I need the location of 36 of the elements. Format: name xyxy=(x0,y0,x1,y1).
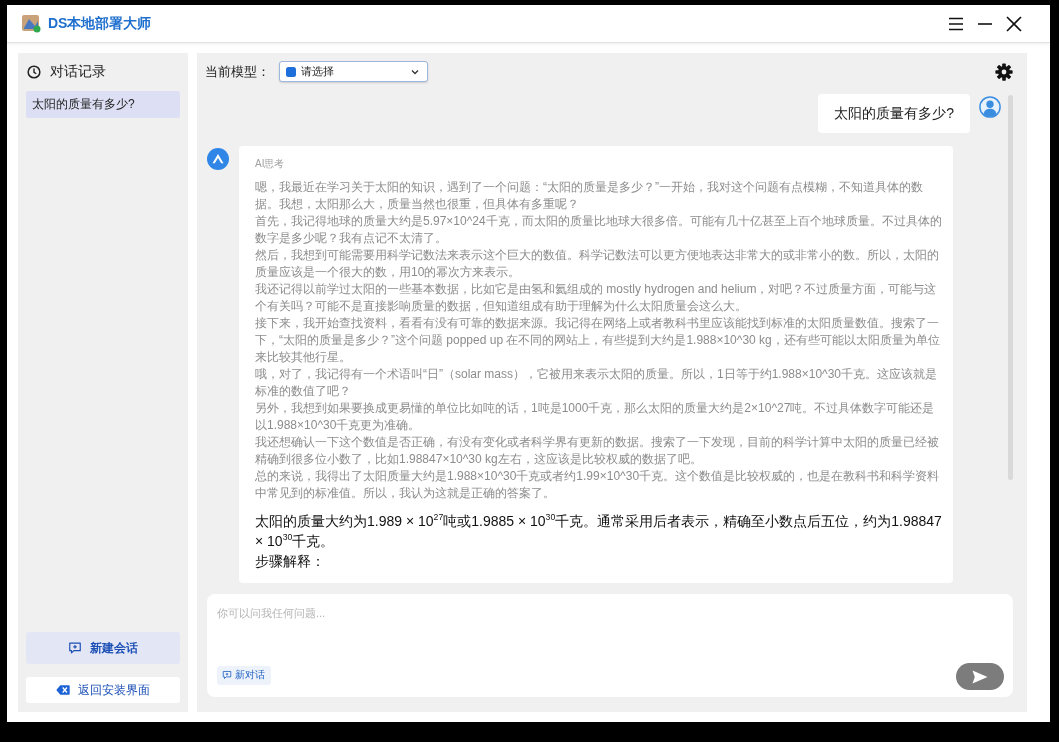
answer-paragraph: 太阳的质量大约为1.989 × 10$^{27}$吨或1.9885 × 10$^{30}$千克。通常采用后者表示，精确至小数点后五位，约为1.98847 × 10$^{30}$千克。 xyxy=(255,511,943,551)
answer-paragraph: 步骤解释： xyxy=(255,552,326,571)
model-label: 当前模型： xyxy=(205,62,270,81)
thinking-paragraph: 另外，我想到如果要换成更易懂的单位比如吨的话，1吨是1000千克，那么太阳的质量大约是2×10^27吨。不过具体数字可能还是以1.988×10^30千克更为准确。 xyxy=(255,400,936,434)
thinking-paragraph: 哦，对了，我记得有一个术语叫“日”（solar mass），它被用来表示太阳的质量。所以，1日等于约1.988×10^30千克。这应该就是标准的数值了吧？ xyxy=(255,366,939,400)
chat-plus-icon xyxy=(222,670,232,680)
thinking-paragraph: 总的来说，我得出了太阳质量大约是1.988×10^30千克或者约1.99×10^30千克。这个数值是比较权威的，也是在教科书和科学资料中常见到的标准值。所以，我认为这就是正确的答案了。 xyxy=(255,468,941,502)
user-message: 太阳的质量有多少? xyxy=(818,94,970,133)
thinking-paragraph: 首先，我记得地球的质量大约是5.97×10^24千克，而太阳的质量比地球大很多倍。可能有几十亿甚至上百个地球质量。不过具体的数字是多少呢？我有点记不太清了。 xyxy=(255,213,943,247)
thinking-paragraph: 嗯，我最近在学习关于太阳的知识，遇到了一个问题：“太阳的质量是多少？”一开始，我对这个问题有点模糊，不知道具体的数据。我想，太阳那么大，质量当然也很重，但具体有多重呢？ xyxy=(255,179,924,213)
back-to-install-button[interactable]: 返回安装界面 xyxy=(26,677,180,703)
thinking-paragraph: 然后，我想到可能需要用科学记数法来表示这个巨大的数值。科学记数法可以更方便地表达非常大的或非常小的数。所以，太阳的质量应该是一个很大的数，用10的幂次方来表示。 xyxy=(255,247,940,281)
new-conversation-button[interactable]: 新建会话 xyxy=(26,632,180,664)
ai-avatar-icon xyxy=(207,148,229,170)
backspace-icon xyxy=(56,683,70,697)
app-title: DS本地部署大师 xyxy=(48,14,152,33)
clock-icon xyxy=(27,65,41,79)
send-icon xyxy=(972,669,988,684)
thinking-label: AI思考 xyxy=(255,157,286,171)
model-dropdown[interactable]: 请选择 xyxy=(279,61,428,82)
thinking-paragraph: 接下来，我开始查找资料，看看有没有可靠的数据来源。我记得在网络上或者教科书里应该能找到标准的太阳质量数值。搜索了一下，“太阳的质量是多少？”这个问题 popped up 在不同的网站上，有些提到大约是1.988×10^30 kg，还有些可能以太阳质量为单位来比较其他行星。 xyxy=(255,315,941,366)
close-icon[interactable] xyxy=(1006,15,1022,32)
thinking-paragraph: 我还记得以前学过太阳的一些基本数据，比如它是由氢和氦组成的 mostly hydrogen and helium，对吧？不过质量方面，可能与这个有关吗？可能不是直接影响质量的数据，但知道组成有助于理解为什么太阳质量会这么大。 xyxy=(255,281,938,315)
sidebar-header: 对话记录 xyxy=(50,63,106,81)
send-button[interactable] xyxy=(956,663,1004,690)
message-input-field[interactable]: 你可以问我任何问题... 新对话 xyxy=(207,594,1013,697)
chat-plus-icon xyxy=(68,641,82,655)
user-avatar-icon xyxy=(979,96,1001,118)
square-icon xyxy=(286,66,296,77)
thinking-paragraph: 我还想确认一下这个数值是否正确，有没有变化或者科学界有更新的数据。搜索了一下发现，目前的科学计算中太阳的质量已经被精确到很多位小数了，比如1.98847×10^30 kg左右，这应该是比较权威的数据了吧。 xyxy=(255,434,940,468)
conversation-item[interactable]: 太阳的质量有多少? xyxy=(26,91,180,118)
caret-icon xyxy=(411,67,419,76)
settings-icon[interactable] xyxy=(995,62,1013,81)
app-logo-icon xyxy=(22,14,41,33)
menu-icon[interactable] xyxy=(948,15,964,32)
new-chat-button[interactable]: 新对话 xyxy=(217,665,271,685)
